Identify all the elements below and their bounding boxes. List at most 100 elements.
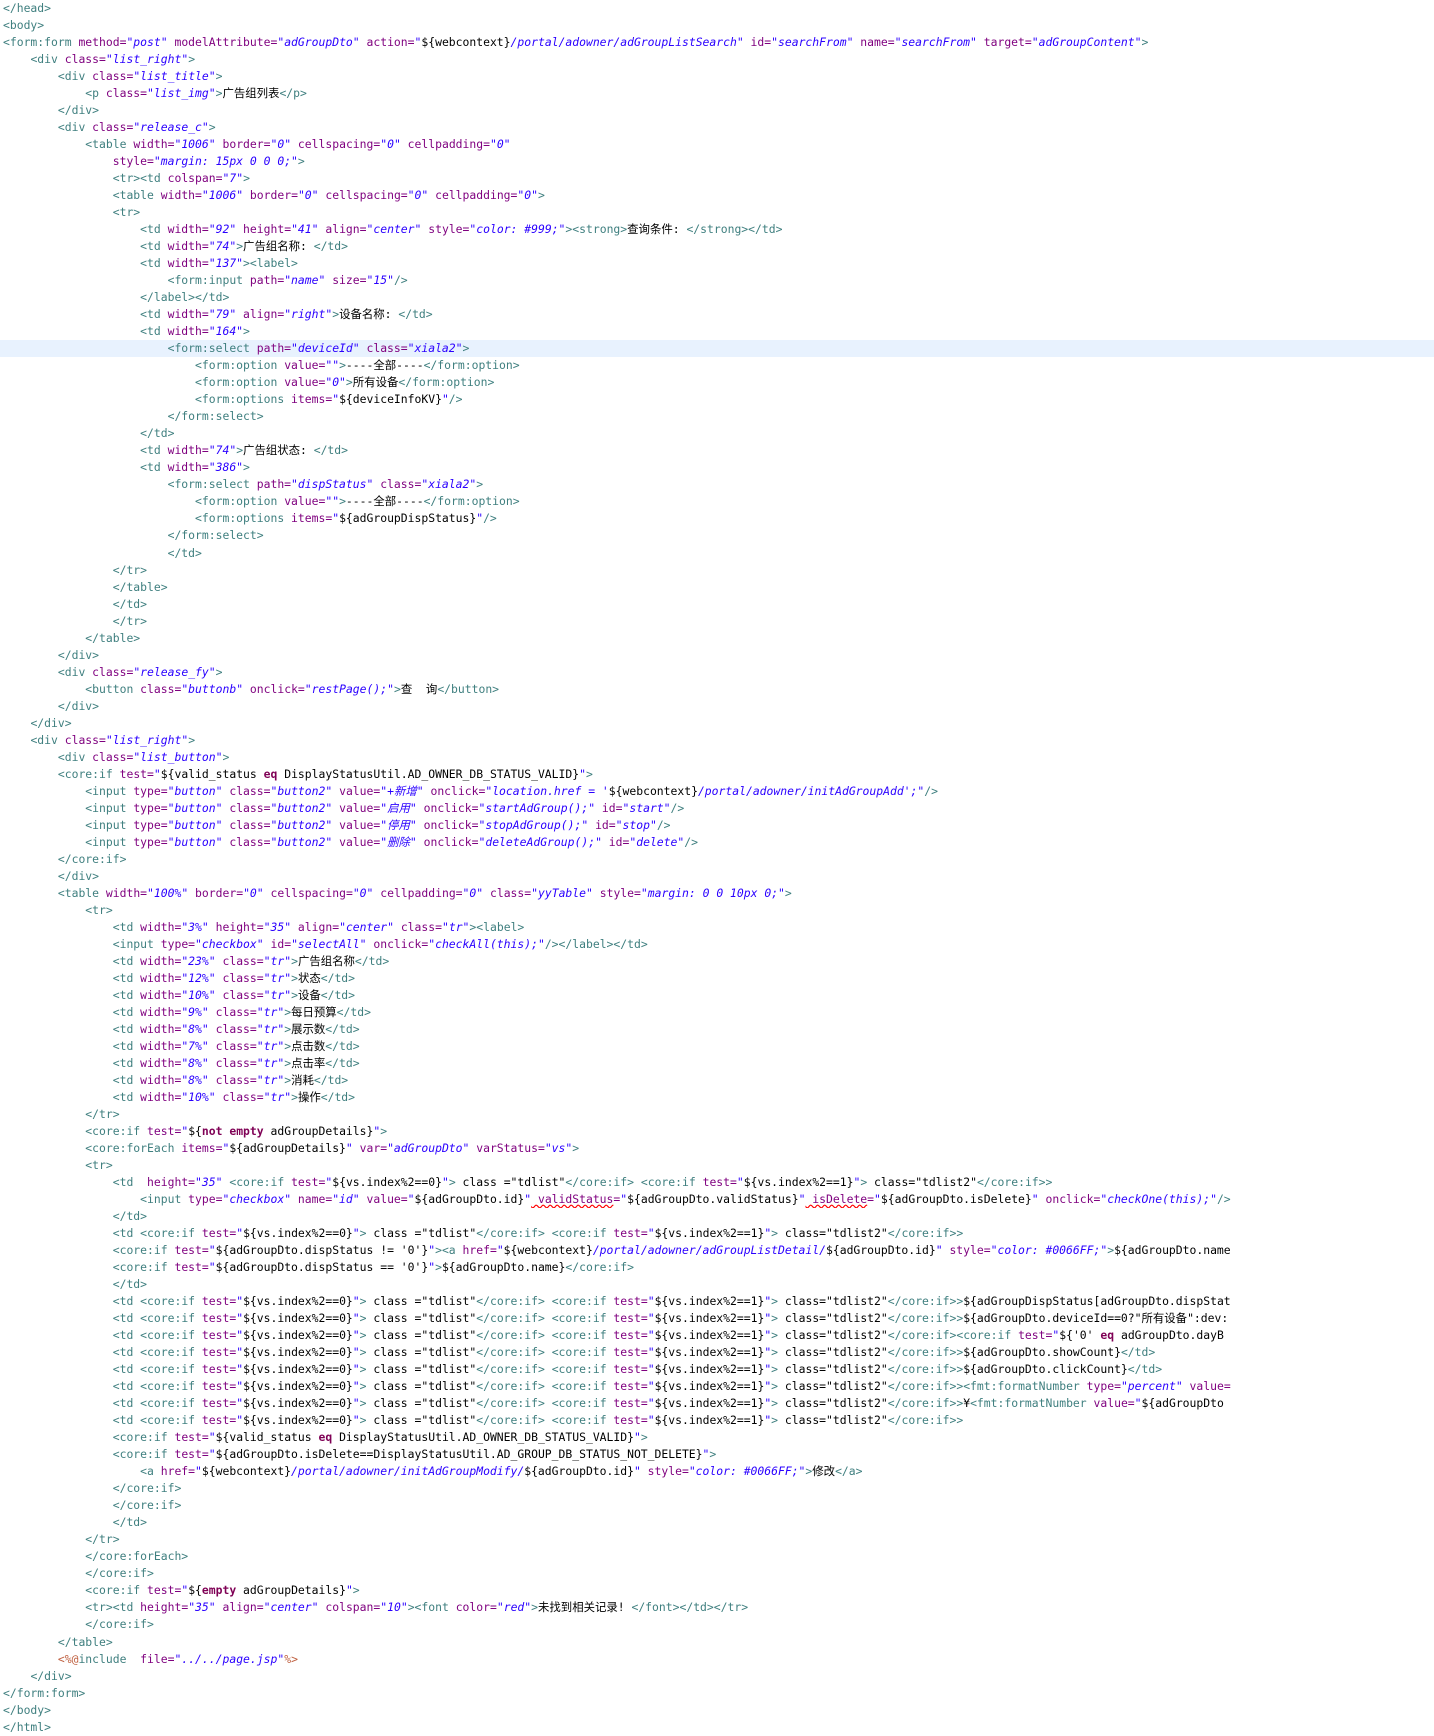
code-line[interactable]: <td <core:if test="${vs.index%2==0}"> cl… [0, 1310, 1434, 1327]
code-line[interactable]: </form:select> [0, 408, 1434, 425]
code-line[interactable]: <table width="1006" border="0" cellspaci… [0, 187, 1434, 204]
code-line[interactable]: </tr> [0, 562, 1434, 579]
code-line[interactable]: </td> [0, 545, 1434, 562]
code-line[interactable]: <td height="35" <core:if test="${vs.inde… [0, 1174, 1434, 1191]
code-line[interactable]: <td width="12%" class="tr">状态</td> [0, 970, 1434, 987]
code-line[interactable]: <core:if test="${valid_status eq Display… [0, 766, 1434, 783]
code-line[interactable]: <td <core:if test="${vs.index%2==0}"> cl… [0, 1395, 1434, 1412]
code-line[interactable]: </td> [0, 1208, 1434, 1225]
code-line[interactable]: </core:if> [0, 1616, 1434, 1633]
code-line[interactable]: </form:select> [0, 527, 1434, 544]
code-line[interactable]: <core:if test="${not empty adGroupDetail… [0, 1123, 1434, 1140]
code-line[interactable]: <td width="10%" class="tr">操作</td> [0, 1089, 1434, 1106]
code-line[interactable]: <tr><td height="35" align="center" colsp… [0, 1599, 1434, 1616]
code-line[interactable]: <td width="9%" class="tr">每日预算</td> [0, 1004, 1434, 1021]
code-line[interactable]: <td width="8%" class="tr">展示数</td> [0, 1021, 1434, 1038]
code-line[interactable]: </div> [0, 698, 1434, 715]
code-line[interactable]: </form:form> [0, 1685, 1434, 1702]
code-line[interactable]: <%@include file="../../page.jsp"%> [0, 1651, 1434, 1668]
code-line[interactable]: <a href="${webcontext}/portal/adowner/in… [0, 1463, 1434, 1480]
code-line[interactable]: <td width="164"> [0, 323, 1434, 340]
code-line[interactable]: </div> [0, 715, 1434, 732]
code-line[interactable]: </div> [0, 1668, 1434, 1685]
code-line[interactable]: <td width="137"><label> [0, 255, 1434, 272]
code-line[interactable]: <td <core:if test="${vs.index%2==0}"> cl… [0, 1293, 1434, 1310]
code-line[interactable]: <input type="button" class="button2" val… [0, 834, 1434, 851]
code-line[interactable]: <input type="button" class="button2" val… [0, 817, 1434, 834]
code-line[interactable]: </core:if> [0, 851, 1434, 868]
code-line[interactable]: <form:input path="name" size="15"/> [0, 272, 1434, 289]
code-line[interactable]: <td width="74">广告组名称: </td> [0, 238, 1434, 255]
code-line[interactable]: <div class="list_title"> [0, 68, 1434, 85]
code-line[interactable]: <div class="list_right"> [0, 51, 1434, 68]
code-line[interactable]: </div> [0, 102, 1434, 119]
code-line[interactable]: <td width="8%" class="tr">消耗</td> [0, 1072, 1434, 1089]
code-line[interactable]: <form:option value="0">所有设备</form:option… [0, 374, 1434, 391]
code-line[interactable]: </td> [0, 596, 1434, 613]
code-line[interactable]: <input type="button" class="button2" val… [0, 783, 1434, 800]
code-line[interactable]: <tr> [0, 902, 1434, 919]
code-line[interactable]: <td width="74">广告组状态: </td> [0, 442, 1434, 459]
code-line[interactable]: </td> [0, 425, 1434, 442]
code-line[interactable]: <core:if test="${adGroupDto.dispStatus =… [0, 1259, 1434, 1276]
code-line[interactable]: </body> [0, 1702, 1434, 1719]
code-line[interactable]: </table> [0, 1634, 1434, 1651]
code-line[interactable]: <table width="1006" border="0" cellspaci… [0, 136, 1434, 153]
code-line[interactable]: <td width="386"> [0, 459, 1434, 476]
code-line[interactable]: </label></td> [0, 289, 1434, 306]
code-line[interactable]: <td width="7%" class="tr">点击数</td> [0, 1038, 1434, 1055]
code-line[interactable]: <td <core:if test="${vs.index%2==0}"> cl… [0, 1344, 1434, 1361]
code-line[interactable]: <td width="23%" class="tr">广告组名称</td> [0, 953, 1434, 970]
code-line[interactable]: <tr><td colspan="7"> [0, 170, 1434, 187]
code-line[interactable]: <input type="checkbox" name="id" value="… [0, 1191, 1434, 1208]
code-line[interactable]: </core:if> [0, 1480, 1434, 1497]
code-line[interactable]: <button class="buttonb" onclick="restPag… [0, 681, 1434, 698]
code-line[interactable]: <td width="79" align="right">设备名称: </td> [0, 306, 1434, 323]
code-line[interactable]: <input type="button" class="button2" val… [0, 800, 1434, 817]
code-line[interactable]: <input type="checkbox" id="selectAll" on… [0, 936, 1434, 953]
code-line[interactable]: <td width="8%" class="tr">点击率</td> [0, 1055, 1434, 1072]
code-line[interactable]: </tr> [0, 1106, 1434, 1123]
code-line[interactable]: <form:form method="post" modelAttribute=… [0, 34, 1434, 51]
code-line[interactable]: </div> [0, 647, 1434, 664]
code-editor[interactable]: </head> <body> <form:form method="post" mo… [0, 0, 1434, 1734]
code-line[interactable]: <div class="release_c"> [0, 119, 1434, 136]
code-line[interactable]: <tr> [0, 204, 1434, 221]
code-line[interactable]: <p class="list_img">广告组列表</p> [0, 85, 1434, 102]
code-line[interactable]: <div class="list_right"> [0, 732, 1434, 749]
code-line[interactable]: <table width="100%" border="0" cellspaci… [0, 885, 1434, 902]
code-line[interactable]: </table> [0, 630, 1434, 647]
code-line[interactable]: <td <core:if test="${vs.index%2==0}"> cl… [0, 1378, 1434, 1395]
code-line[interactable]: <td width="10%" class="tr">设备</td> [0, 987, 1434, 1004]
code-line[interactable]: <core:if test="${adGroupDto.isDelete==Di… [0, 1446, 1434, 1463]
code-line[interactable]: <td <core:if test="${vs.index%2==0}"> cl… [0, 1327, 1434, 1344]
code-line[interactable]: <core:forEach items="${adGroupDetails}" … [0, 1140, 1434, 1157]
code-line[interactable]: style="margin: 15px 0 0 0;"> [0, 153, 1434, 170]
code-line[interactable]: </tr> [0, 1531, 1434, 1548]
code-line[interactable]: <form:select path="deviceId" class="xial… [0, 340, 1434, 358]
code-line[interactable]: <core:if test="${adGroupDto.dispStatus !… [0, 1242, 1434, 1259]
code-line[interactable]: </html> [0, 1719, 1434, 1736]
code-line[interactable]: <form:option value="">----全部----</form:o… [0, 493, 1434, 510]
code-line[interactable]: <form:options items="${deviceInfoKV}"/> [0, 391, 1434, 408]
code-line[interactable]: <tr> [0, 1157, 1434, 1174]
code-line[interactable]: </td> [0, 1276, 1434, 1293]
code-line[interactable]: <form:select path="dispStatus" class="xi… [0, 476, 1434, 493]
code-line[interactable]: </core:if> [0, 1565, 1434, 1582]
code-line[interactable]: <core:if test="${empty adGroupDetails}"> [0, 1582, 1434, 1599]
code-line[interactable]: </div> [0, 868, 1434, 885]
code-line[interactable]: <td width="3%" height="35" align="center… [0, 919, 1434, 936]
code-line[interactable]: </table> [0, 579, 1434, 596]
code-line[interactable]: <td <core:if test="${vs.index%2==0}"> cl… [0, 1361, 1434, 1378]
code-line[interactable]: </head> [0, 0, 1434, 17]
code-line[interactable]: <td width="92" height="41" align="center… [0, 221, 1434, 238]
code-line[interactable]: </tr> [0, 613, 1434, 630]
code-line[interactable]: </core:if> [0, 1497, 1434, 1514]
code-line[interactable]: <body> [0, 17, 1434, 34]
code-line[interactable]: </td> [0, 1514, 1434, 1531]
code-line[interactable]: <td <core:if test="${vs.index%2==0}"> cl… [0, 1412, 1434, 1429]
code-line[interactable]: <core:if test="${valid_status eq Display… [0, 1429, 1434, 1446]
code-line[interactable]: <td <core:if test="${vs.index%2==0}"> cl… [0, 1225, 1434, 1242]
code-line[interactable]: <form:option value="">----全部----</form:o… [0, 357, 1434, 374]
code-line[interactable]: <form:options items="${adGroupDispStatus… [0, 510, 1434, 527]
